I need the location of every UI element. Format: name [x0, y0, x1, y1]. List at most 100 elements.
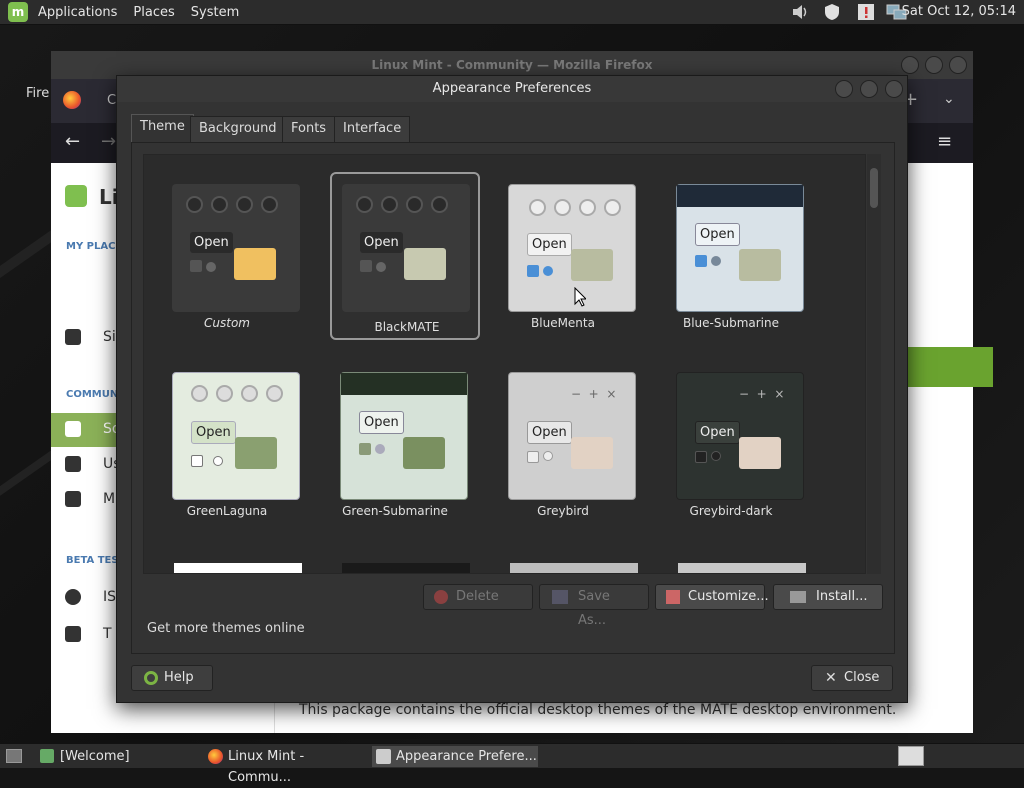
volume-icon[interactable] — [790, 2, 810, 22]
delete-button[interactable]: Delete — [423, 584, 533, 610]
minimize-button[interactable] — [835, 80, 853, 98]
get-more-themes-link[interactable]: Get more themes online — [147, 621, 305, 636]
taskbar-item-firefox[interactable]: Linux Mint - Commu... — [204, 746, 370, 785]
theme-preview-partial[interactable] — [678, 563, 806, 573]
tab-theme[interactable]: Theme — [131, 114, 194, 143]
gears-icon — [65, 421, 81, 437]
appearance-app-icon — [376, 749, 391, 764]
ff-minimize-button[interactable] — [901, 56, 919, 74]
mint-menu-icon[interactable]: m — [8, 2, 28, 22]
folder-icon — [739, 249, 781, 281]
theme-name: Greybird-dark — [689, 504, 773, 518]
tab-interface[interactable]: Interface — [334, 116, 411, 142]
system-menu[interactable]: System — [191, 5, 239, 20]
radio-icon — [376, 262, 386, 272]
check-icon — [695, 255, 707, 267]
theme-green-submarine[interactable]: Open Green-Submarine — [320, 360, 470, 530]
user-icon — [65, 329, 81, 345]
maximize-button[interactable] — [860, 80, 878, 98]
theme-preview: Open — [676, 184, 804, 312]
places-menu[interactable]: Places — [133, 5, 174, 20]
tab-fonts[interactable]: Fonts — [282, 116, 336, 142]
mouse-pointer-icon — [574, 286, 588, 311]
applications-menu[interactable]: Applications — [38, 5, 117, 20]
theme-bluementa[interactable]: Open BlueMenta — [488, 172, 638, 342]
install-icon — [790, 591, 806, 603]
folder-icon — [571, 437, 613, 469]
theme-grid[interactable]: Open Custom Open BlackMATE Open BlueMent… — [143, 154, 866, 574]
theme-name: Custom — [204, 316, 250, 330]
back-icon[interactable]: ← — [65, 131, 80, 152]
theme-custom[interactable]: Open Custom — [152, 172, 302, 342]
workspace-switcher[interactable] — [898, 746, 924, 766]
theme-preview-partial[interactable] — [342, 563, 470, 573]
open-label: Open — [359, 411, 404, 434]
check-icon — [190, 260, 202, 272]
tab-background[interactable]: Background — [190, 116, 286, 142]
check-icon — [527, 451, 539, 463]
radio-icon — [213, 456, 223, 466]
theme-greybird-dark[interactable]: − + × Open Greybird-dark — [656, 360, 806, 530]
check-icon — [527, 265, 539, 277]
theme-blackmate[interactable]: Open BlackMATE — [330, 172, 480, 340]
ff-close-button[interactable] — [949, 56, 967, 74]
theme-greenlaguna[interactable]: Open GreenLaguna — [152, 360, 302, 530]
theme-preview: Open — [508, 184, 636, 312]
open-label: Open — [360, 232, 403, 253]
theme-name: BlackMATE — [374, 320, 440, 334]
welcome-app-icon — [40, 749, 54, 763]
open-label: Open — [191, 421, 236, 444]
theme-greybird[interactable]: − + × Open Greybird — [488, 360, 638, 530]
scrollbar-thumb[interactable] — [870, 168, 878, 208]
firefox-icon — [208, 749, 223, 764]
package-description: This package contains the official deskt… — [299, 702, 897, 718]
theme-name: Greybird — [537, 504, 589, 518]
save-as-button[interactable]: Save As... — [539, 584, 649, 628]
titlebar — [341, 373, 467, 395]
theme-preview-partial[interactable] — [174, 563, 302, 573]
open-label: Open — [695, 421, 740, 444]
show-desktop-icon[interactable] — [6, 749, 22, 763]
shield-icon[interactable] — [822, 2, 842, 22]
hamburger-menu-icon[interactable]: ≡ — [937, 131, 952, 152]
theme-preview-partial[interactable] — [510, 563, 638, 573]
clock[interactable]: Sat Oct 12, 05:14 — [902, 4, 1016, 19]
forward-icon[interactable]: → — [101, 131, 116, 152]
ff-maximize-button[interactable] — [925, 56, 943, 74]
open-label: Open — [527, 421, 572, 444]
taskbar-item-appearance[interactable]: Appearance Prefere... — [372, 746, 538, 767]
help-button[interactable]: Help — [131, 665, 213, 691]
theme-blue-submarine[interactable]: Open Blue-Submarine — [656, 172, 806, 342]
theme-preview: − + × Open — [676, 372, 804, 500]
delete-icon — [434, 590, 448, 604]
customize-button[interactable]: Customize... — [655, 584, 769, 610]
taskbar-item-welcome[interactable]: [Welcome] — [36, 746, 196, 767]
theme-name: Blue-Submarine — [682, 316, 780, 330]
theme-grid-scrollbar[interactable] — [867, 154, 881, 574]
top-panel: m Applications Places System Sat Oct 12,… — [0, 0, 1024, 25]
close-window-button[interactable] — [885, 80, 903, 98]
desktop-firefox-label[interactable]: Fire — [26, 86, 49, 101]
checkbox-icon — [65, 491, 81, 507]
update-alert-icon[interactable] — [856, 2, 876, 22]
customize-icon — [666, 590, 680, 604]
theme-preview: Open — [342, 184, 470, 312]
section-my-places: MY PLACE — [66, 241, 123, 252]
dialog-title: Appearance Preferences — [117, 76, 907, 102]
theme-name: GreenLaguna — [186, 504, 268, 518]
appearance-preferences-dialog: Appearance Preferences Theme Background … — [116, 75, 908, 703]
chevron-down-icon[interactable]: ⌄ — [943, 91, 955, 107]
theme-name: Green-Submarine — [342, 504, 448, 518]
window-controls: − + × — [571, 387, 617, 401]
open-label: Open — [190, 232, 233, 253]
id-card-icon — [65, 626, 81, 642]
install-button[interactable]: Install... — [773, 584, 883, 610]
install-all-button[interactable] — [901, 347, 993, 387]
folder-icon — [235, 437, 277, 469]
mint-logo-icon — [65, 185, 87, 207]
folder-icon — [571, 249, 613, 281]
theme-preview: Open — [172, 372, 300, 500]
close-button[interactable]: ✕ Close — [811, 665, 893, 691]
check-icon — [191, 455, 203, 467]
save-icon — [552, 590, 568, 604]
